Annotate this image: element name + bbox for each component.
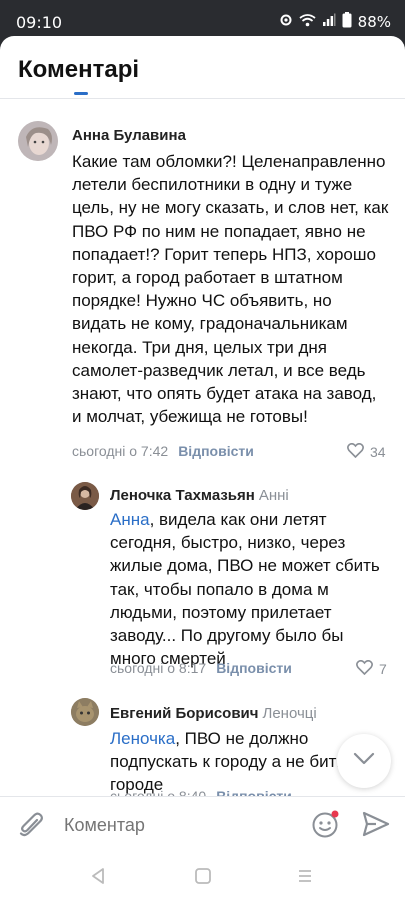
status-time: 09:10 bbox=[16, 13, 63, 32]
comment-item: Анна Булавина Какие там обломки?! Целена… bbox=[0, 100, 405, 460]
comment-meta: сьогодні о 8:17 Відповісти bbox=[110, 660, 292, 676]
like-count: 7 bbox=[379, 661, 387, 677]
battery-icon bbox=[342, 12, 352, 32]
avatar[interactable] bbox=[71, 698, 99, 726]
wifi-icon bbox=[299, 13, 316, 31]
like-button[interactable]: 34 bbox=[347, 442, 386, 461]
scroll-down-button[interactable] bbox=[337, 734, 391, 788]
home-icon[interactable] bbox=[194, 867, 212, 890]
comment-body: , видела как они летят сегодня, быстро, … bbox=[110, 510, 380, 669]
signal-icon bbox=[322, 13, 336, 31]
comment-meta: сьогодні о 8:40 Відповісти bbox=[110, 788, 292, 796]
gear-icon bbox=[279, 13, 293, 31]
status-icons: 88% bbox=[279, 12, 391, 32]
header-divider bbox=[0, 98, 405, 99]
comments-sheet: Коментарі Анна Булавина Какие там обломк… bbox=[0, 36, 405, 900]
recents-icon[interactable] bbox=[296, 867, 314, 890]
mention-link[interactable]: Леночка bbox=[110, 729, 175, 748]
reply-button[interactable]: Відповісти bbox=[216, 788, 292, 796]
reply-to[interactable]: Леночці bbox=[262, 705, 316, 722]
chevron-down-icon bbox=[353, 752, 375, 771]
comment-text: Какие там обломки?! Целенаправленно лете… bbox=[72, 152, 389, 427]
comment-time: сьогодні о 7:42 bbox=[72, 443, 169, 459]
comment-composer bbox=[0, 796, 405, 854]
back-icon[interactable] bbox=[90, 867, 106, 890]
author-name[interactable]: Евгений Борисович bbox=[110, 705, 258, 722]
avatar[interactable] bbox=[71, 482, 99, 510]
comment-time: сьогодні о 8:40 bbox=[110, 788, 207, 796]
system-nav-bar bbox=[0, 854, 405, 900]
mention-link[interactable]: Анна bbox=[110, 510, 150, 529]
like-count: 34 bbox=[370, 444, 386, 460]
send-icon[interactable] bbox=[362, 811, 390, 842]
comment-input[interactable] bbox=[64, 815, 284, 836]
avatar[interactable] bbox=[18, 121, 58, 161]
comment-meta: сьогодні о 7:42 Відповісти bbox=[72, 443, 254, 459]
like-button[interactable]: 7 bbox=[356, 659, 387, 678]
reply-button[interactable]: Відповісти bbox=[216, 660, 292, 676]
heart-icon bbox=[347, 442, 364, 461]
comment-item: Леночка Тахмазьян Анні Анна, видела как о… bbox=[0, 472, 405, 682]
comment-author[interactable]: Евгений Борисович Леночці bbox=[110, 705, 317, 722]
header: Коментарі bbox=[0, 36, 405, 100]
heart-icon bbox=[356, 659, 373, 678]
reply-button[interactable]: Відповісти bbox=[178, 443, 254, 459]
author-name[interactable]: Леночка Тахмазьян bbox=[110, 487, 255, 504]
comment-text: Анна, видела как они летят сегодня, быст… bbox=[110, 508, 382, 670]
comment-time: сьогодні о 8:17 bbox=[110, 660, 207, 676]
comment-author[interactable]: Анна Булавина bbox=[72, 127, 186, 144]
comment-author[interactable]: Леночка Тахмазьян Анні bbox=[110, 487, 289, 504]
attach-icon[interactable] bbox=[18, 811, 44, 844]
sticker-icon[interactable] bbox=[311, 809, 341, 844]
page-title: Коментарі bbox=[18, 56, 140, 83]
comment-list[interactable]: Анна Булавина Какие там обломки?! Целена… bbox=[0, 100, 405, 796]
reply-to[interactable]: Анні bbox=[259, 487, 289, 504]
scroll-indicator bbox=[74, 92, 88, 95]
battery-percent: 88% bbox=[357, 13, 391, 31]
